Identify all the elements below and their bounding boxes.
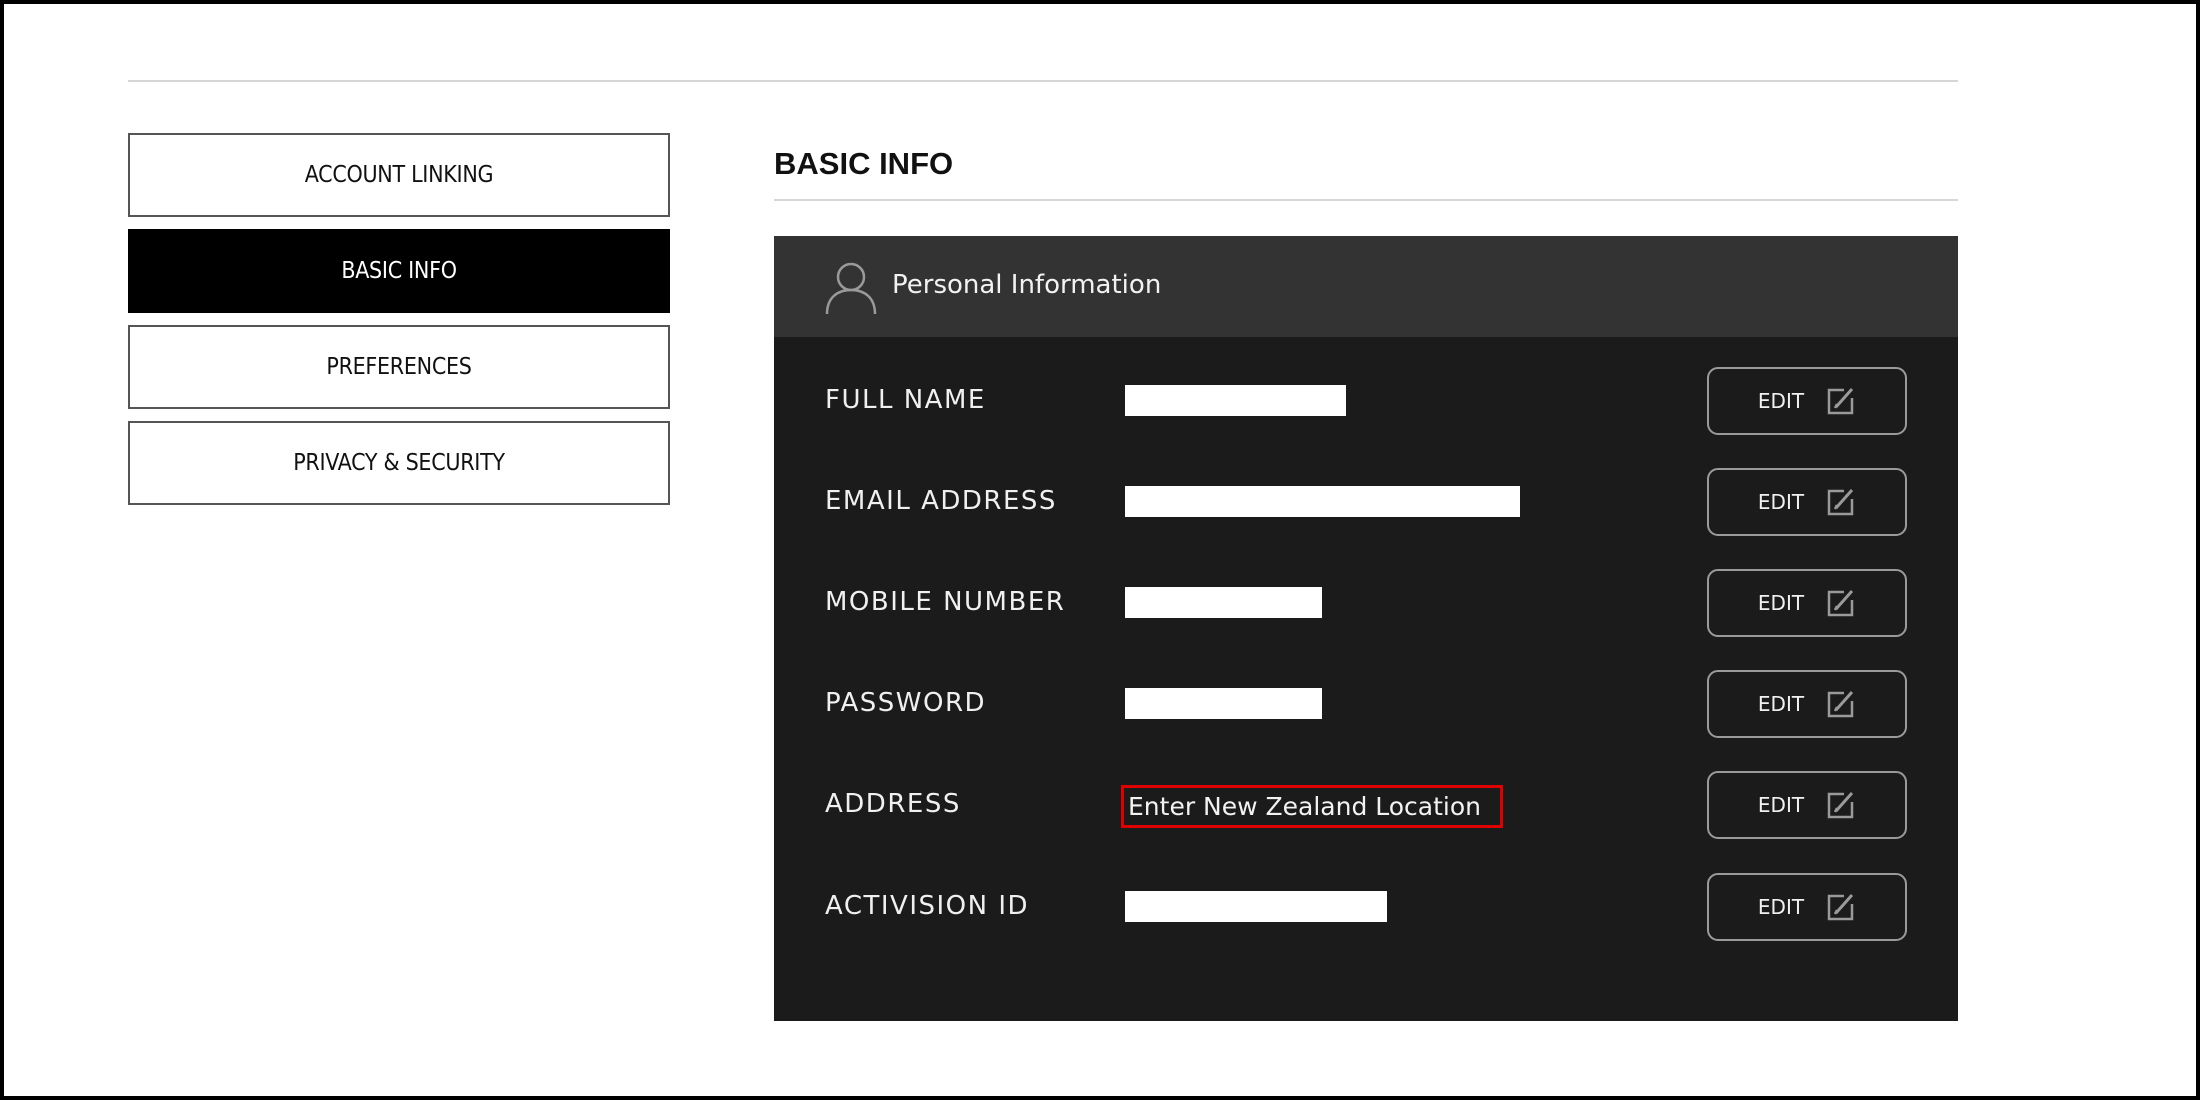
sidebar-item-account-linking[interactable]: ACCOUNT LINKING [128, 133, 670, 217]
edit-icon [1827, 894, 1854, 921]
edit-label: EDIT [1757, 490, 1805, 514]
edit-full-name-button[interactable]: EDIT [1707, 367, 1907, 435]
page-title: BASIC INFO [774, 146, 954, 181]
top-divider [128, 80, 1958, 82]
edit-icon [1827, 489, 1854, 516]
redacted-value [1125, 385, 1346, 416]
redacted-value [1125, 486, 1520, 517]
sidebar-item-basic-info[interactable]: BASIC INFO [128, 229, 670, 313]
edit-mobile-number-button[interactable]: EDIT [1707, 569, 1907, 637]
info-row-password: PASSWORD EDIT [774, 670, 1958, 738]
edit-address-button[interactable]: EDIT [1707, 771, 1907, 839]
title-divider [774, 199, 1958, 201]
edit-label: EDIT [1757, 692, 1805, 716]
row-label: ACTIVISION ID [825, 891, 1030, 921]
info-row-email-address: EMAIL ADDRESS EDIT [774, 468, 1958, 536]
edit-password-button[interactable]: EDIT [1707, 670, 1907, 738]
address-field-highlighted[interactable]: Enter New Zealand Location [1121, 785, 1503, 828]
redacted-value [1125, 891, 1387, 922]
edit-activision-id-button[interactable]: EDIT [1707, 873, 1907, 941]
row-label: EMAIL ADDRESS [825, 486, 1057, 516]
panel-title: Personal Information [892, 270, 1162, 300]
personal-information-panel: Personal Information FULL NAME EDIT EMAI… [774, 236, 1958, 1021]
user-icon [825, 262, 877, 314]
panel-header: Personal Information [774, 236, 1958, 337]
info-row-mobile-number: MOBILE NUMBER EDIT [774, 569, 1958, 637]
row-label: FULL NAME [825, 385, 986, 415]
edit-icon [1827, 691, 1854, 718]
edit-icon [1827, 388, 1854, 415]
sidebar-item-privacy-security[interactable]: PRIVACY & SECURITY [128, 421, 670, 505]
edit-label: EDIT [1757, 591, 1805, 615]
row-label: MOBILE NUMBER [825, 587, 1066, 617]
info-row-full-name: FULL NAME EDIT [774, 367, 1958, 435]
info-row-activision-id: ACTIVISION ID EDIT [774, 873, 1958, 941]
edit-label: EDIT [1757, 389, 1805, 413]
sidebar-item-preferences[interactable]: PREFERENCES [128, 325, 670, 409]
redacted-value [1125, 587, 1322, 618]
redacted-value [1125, 688, 1322, 719]
edit-icon [1827, 590, 1854, 617]
edit-icon [1827, 792, 1854, 819]
edit-email-address-button[interactable]: EDIT [1707, 468, 1907, 536]
info-row-address: ADDRESS Enter New Zealand Location EDIT [774, 771, 1958, 839]
row-label: ADDRESS [825, 789, 961, 819]
edit-label: EDIT [1757, 895, 1805, 919]
edit-label: EDIT [1757, 793, 1805, 817]
row-label: PASSWORD [825, 688, 987, 718]
